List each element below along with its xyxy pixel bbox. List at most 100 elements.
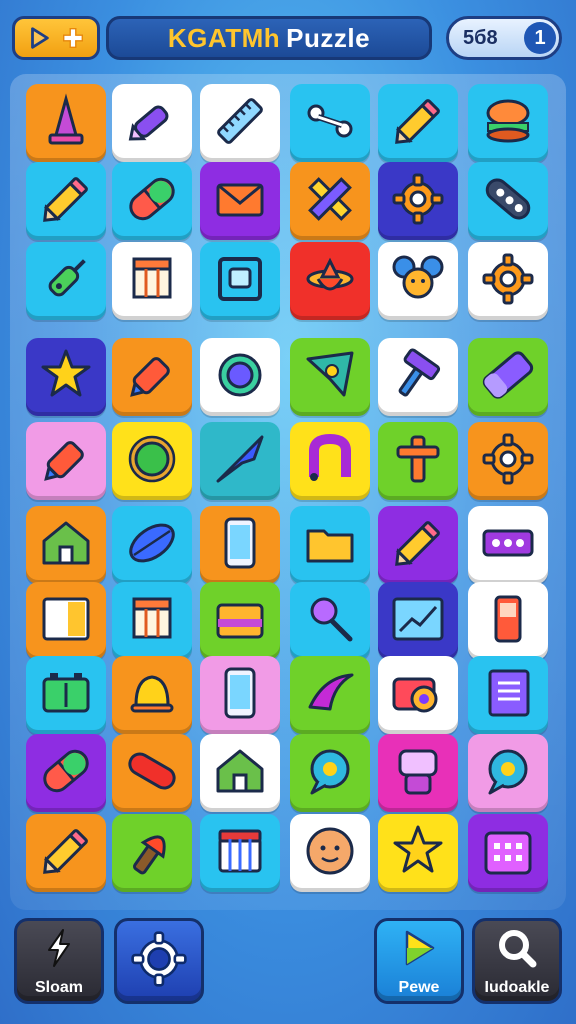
battery-icon: [36, 663, 96, 728]
star-icon: [36, 345, 96, 410]
puzzle-tile[interactable]: [26, 422, 106, 500]
top-bar: KGATMh Puzzle 5б8 1: [10, 12, 566, 64]
game-title: KGATMh Puzzle: [106, 16, 432, 60]
sun-gear-icon: [122, 429, 182, 494]
puzzle-tile[interactable]: [468, 162, 548, 240]
puzzle-tile[interactable]: [290, 506, 370, 584]
puzzle-tile[interactable]: [26, 734, 106, 812]
puzzle-tile[interactable]: [378, 338, 458, 416]
play-add-button[interactable]: [12, 16, 100, 60]
puzzle-tile[interactable]: [26, 338, 106, 416]
puzzle-tile[interactable]: [468, 338, 548, 416]
puzzle-tile[interactable]: [378, 582, 458, 660]
house-icon: [36, 513, 96, 578]
puzzle-tile[interactable]: [26, 506, 106, 584]
gear-icon: [478, 249, 538, 314]
puzzle-tile[interactable]: [200, 734, 280, 812]
pewe-label: Pewe: [398, 978, 440, 996]
puzzle-tile[interactable]: [468, 656, 548, 734]
puzzle-tile[interactable]: [200, 506, 280, 584]
puzzle-tile[interactable]: [200, 162, 280, 240]
puzzle-tile[interactable]: [378, 242, 458, 320]
score-display[interactable]: 5б8 1: [446, 16, 562, 60]
puzzle-tile[interactable]: [290, 582, 370, 660]
sloam-button[interactable]: Sloam: [14, 918, 104, 1004]
puzzle-tile[interactable]: [290, 338, 370, 416]
puzzle-tile[interactable]: [378, 656, 458, 734]
puzzle-tile[interactable]: [468, 422, 548, 500]
box-icon: [122, 249, 182, 314]
puzzle-tile[interactable]: [378, 162, 458, 240]
puzzle-tile[interactable]: [468, 242, 548, 320]
puzzle-tile[interactable]: [468, 506, 548, 584]
puzzle-tile[interactable]: [200, 242, 280, 320]
settings-button[interactable]: [114, 918, 204, 1004]
puzzle-tile[interactable]: [378, 422, 458, 500]
puzzle-tile[interactable]: [26, 656, 106, 734]
puzzle-tile[interactable]: [112, 338, 192, 416]
cross-icon: [388, 429, 448, 494]
puzzle-tile[interactable]: [378, 84, 458, 162]
puzzle-tile[interactable]: [112, 734, 192, 812]
puzzle-tile[interactable]: [112, 814, 192, 892]
bone-icon: [300, 91, 360, 156]
puzzle-tile[interactable]: [290, 162, 370, 240]
pewe-button[interactable]: Pewe: [374, 918, 464, 1004]
puzzle-tile[interactable]: [26, 814, 106, 892]
chat-icon: [478, 741, 538, 806]
puzzle-tile[interactable]: [290, 656, 370, 734]
eraser-icon: [478, 345, 538, 410]
torch-icon: [122, 821, 182, 886]
title-prefix: KGATMh: [167, 22, 281, 53]
capsule-icon: [36, 741, 96, 806]
puzzle-tile[interactable]: [378, 814, 458, 892]
puzzle-tile[interactable]: [112, 242, 192, 320]
puzzle-tile[interactable]: [26, 582, 106, 660]
puzzle-tile[interactable]: [468, 814, 548, 892]
puzzle-tile[interactable]: [468, 84, 548, 162]
ruler-icon: [210, 91, 270, 156]
puzzle-tile[interactable]: [200, 814, 280, 892]
house-icon: [210, 741, 270, 806]
burger-face-icon: [478, 91, 538, 156]
pencil-icon: [36, 821, 96, 886]
puzzle-tile[interactable]: [290, 242, 370, 320]
gear-icon: [478, 429, 538, 494]
puzzle-tile[interactable]: [26, 84, 106, 162]
puzzle-tile[interactable]: [200, 422, 280, 500]
puzzle-tile[interactable]: [378, 506, 458, 584]
puzzle-tile[interactable]: [26, 242, 106, 320]
puzzle-tile[interactable]: [26, 162, 106, 240]
title-main: Puzzle: [286, 22, 371, 53]
envelope-icon: [210, 169, 270, 234]
puzzle-tile[interactable]: [290, 422, 370, 500]
dart-icon: [210, 429, 270, 494]
box-icon: [122, 589, 182, 654]
puzzle-tile[interactable]: [200, 656, 280, 734]
puzzle-tile[interactable]: [468, 582, 548, 660]
puzzle-tile[interactable]: [290, 814, 370, 892]
puzzle-tile[interactable]: [112, 506, 192, 584]
puzzle-tile[interactable]: [200, 338, 280, 416]
folder-icon: [300, 513, 360, 578]
puzzle-tile[interactable]: [112, 582, 192, 660]
diamond-icon: [300, 345, 360, 410]
puzzle-tile[interactable]: [378, 734, 458, 812]
star-icon: [388, 821, 448, 886]
puzzle-tile[interactable]: [112, 422, 192, 500]
puzzle-tile[interactable]: [290, 734, 370, 812]
wallet-icon: [210, 589, 270, 654]
chat-icon: [300, 741, 360, 806]
puzzle-tile[interactable]: [200, 582, 280, 660]
puzzle-tile[interactable]: [290, 84, 370, 162]
puzzle-tile[interactable]: [200, 84, 280, 162]
puzzle-tile[interactable]: [112, 656, 192, 734]
iudoakle-button[interactable]: Iudoakle: [472, 918, 562, 1004]
puzzle-tile[interactable]: [112, 84, 192, 162]
bolt-icon: [37, 926, 81, 975]
crayon-icon: [122, 91, 182, 156]
bell-icon: [122, 663, 182, 728]
puzzle-tile[interactable]: [112, 162, 192, 240]
puzzle-tile[interactable]: [468, 734, 548, 812]
chart-icon: [388, 589, 448, 654]
